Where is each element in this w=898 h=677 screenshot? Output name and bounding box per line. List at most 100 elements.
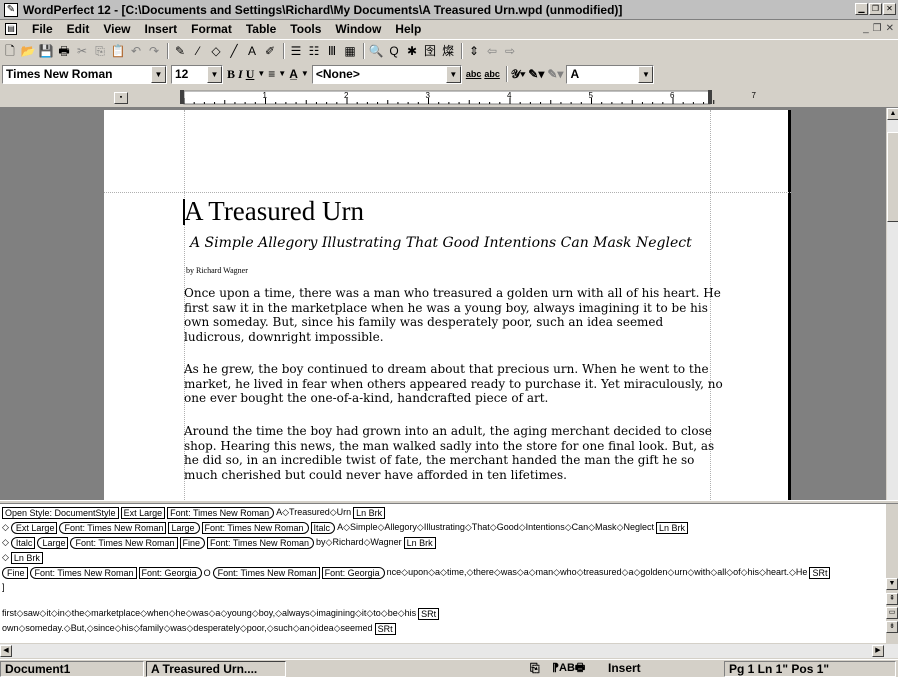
code-font[interactable]: Font: Times New Roman <box>70 536 178 549</box>
zoom-icon[interactable]: 🔍 <box>368 42 384 60</box>
menu-help[interactable]: Help <box>388 22 428 36</box>
redo-icon[interactable]: ↷ <box>146 42 162 60</box>
minimize-button[interactable]: ▁ <box>855 3 868 15</box>
code-large[interactable]: Large <box>37 536 69 549</box>
code-soft-return[interactable]: SRt <box>374 622 396 635</box>
code-line-break[interactable]: Ln Brk <box>353 506 386 519</box>
scroll-left-icon[interactable]: ◀ <box>0 645 12 657</box>
previous-page-icon[interactable]: ⇞ <box>886 593 898 605</box>
scroll-down-icon[interactable]: ▼ <box>886 578 898 590</box>
reveal-scrollbar[interactable]: ▼ ⇞ ▭ ⇟ <box>886 578 898 643</box>
highlight-icon[interactable]: ✎ <box>172 42 188 60</box>
line-icon[interactable]: ╱ <box>226 42 242 60</box>
paste-icon[interactable]: 📋 <box>110 42 126 60</box>
vertical-scrollbar[interactable]: ▲ <box>886 108 898 500</box>
document-page[interactable]: A Treasured Urn A Simple Allegory Illust… <box>104 110 791 500</box>
caps-print-icons[interactable]: ⁋AB🖶 <box>548 661 602 677</box>
code-font[interactable]: Font: Times New Roman <box>59 521 167 534</box>
prompt-as-you-go-icon[interactable]: 𝒴▾ <box>511 65 525 83</box>
code-fine[interactable]: Fine <box>179 536 206 549</box>
font-size-select[interactable]: 12 ▼ <box>171 64 223 84</box>
code-line-break[interactable]: Ln Brk <box>403 536 436 549</box>
menu-edit[interactable]: Edit <box>60 22 97 36</box>
textbox-icon[interactable]: A <box>244 42 260 60</box>
insert-mode[interactable]: Insert <box>604 661 722 677</box>
highlight-color-icon[interactable]: ✎▾ <box>528 65 544 83</box>
chevron-down-icon[interactable]: ▼ <box>301 65 309 83</box>
find-icon[interactable]: Q <box>386 42 402 60</box>
reveal-codes-pane[interactable]: Open Style: DocumentStyle Ext Large Font… <box>0 504 886 643</box>
clipboard-icon[interactable]: ⎘ <box>526 661 546 677</box>
page-icon[interactable]: ▭ <box>886 607 898 619</box>
code-soft-return[interactable]: SRt <box>809 566 831 579</box>
doc-restore-icon[interactable]: ❐ <box>873 23 882 34</box>
chevron-down-icon[interactable]: ▼ <box>638 65 654 83</box>
bullets-icon[interactable]: ☰ <box>288 42 304 60</box>
grammar-check-button[interactable]: abc <box>484 65 500 83</box>
italic-button[interactable]: I <box>238 65 243 83</box>
next-page-icon[interactable]: ⇟ <box>886 621 898 633</box>
menu-view[interactable]: View <box>96 22 137 36</box>
open-icon[interactable]: 📂 <box>20 42 36 60</box>
text-color-icon[interactable]: ✎▾ <box>547 65 563 83</box>
code-font[interactable]: Font: Times New Roman <box>29 566 137 579</box>
convert-icon[interactable]: 燦 <box>440 42 456 60</box>
code-line-break[interactable]: Ln Brk <box>10 551 43 564</box>
save-icon[interactable]: 💾 <box>38 42 54 60</box>
new-icon[interactable]: 🗋 <box>2 42 18 60</box>
doc-close-icon[interactable]: ✕ <box>886 23 894 34</box>
spell-check-button[interactable]: abc <box>466 65 482 83</box>
code-italic[interactable]: Italc <box>310 521 336 534</box>
code-ext-large[interactable]: Ext Large <box>120 506 166 519</box>
code-font-georgia[interactable]: Font: Georgia <box>138 566 202 579</box>
copy-icon[interactable]: ⎘ <box>92 42 108 60</box>
document-area[interactable]: A Treasured Urn A Simple Allegory Illust… <box>0 108 886 500</box>
print-icon[interactable]: 🖶 <box>56 42 72 60</box>
prompt-as-you-go-select[interactable]: A ▼ <box>566 64 655 84</box>
code-font[interactable]: Font: Times New Roman <box>201 521 309 534</box>
chinese-icon[interactable]: 囹 <box>422 42 438 60</box>
bold-button[interactable]: B <box>227 65 235 83</box>
chevron-down-icon[interactable]: ▼ <box>445 65 461 83</box>
code-font[interactable]: Font: Times New Roman <box>207 536 315 549</box>
menu-file[interactable]: File <box>25 22 60 36</box>
code-ext-large[interactable]: Ext Large <box>10 521 58 534</box>
shape-icon[interactable]: ◇ <box>208 42 224 60</box>
updown-icon[interactable]: ⇕ <box>466 42 482 60</box>
menu-format[interactable]: Format <box>184 22 239 36</box>
horizontal-scrollbar[interactable]: ◀ ▶ <box>0 643 898 658</box>
brush-icon[interactable]: ✐ <box>262 42 278 60</box>
forward-icon[interactable]: ⇨ <box>502 42 518 60</box>
restore-button[interactable]: ❐ <box>869 3 882 15</box>
code-italic[interactable]: Italc <box>10 536 36 549</box>
symbols-icon[interactable]: ✱ <box>404 42 420 60</box>
scroll-up-icon[interactable]: ▲ <box>887 108 898 120</box>
back-icon[interactable]: ⇦ <box>484 42 500 60</box>
font-attributes-button[interactable]: A̲ <box>289 65 298 83</box>
doc-minimize-icon[interactable]: _ <box>863 23 869 34</box>
menu-table[interactable]: Table <box>239 22 283 36</box>
code-fine[interactable]: Fine <box>2 566 28 579</box>
chevron-down-icon[interactable]: ▼ <box>151 65 166 83</box>
scrollbar-thumb[interactable] <box>887 132 898 222</box>
ruler[interactable]: ▪ 1234567 <box>0 88 898 108</box>
underline-button[interactable]: U <box>246 65 255 83</box>
code-open-style[interactable]: Open Style: DocumentStyle <box>2 506 119 519</box>
chevron-down-icon[interactable]: ▼ <box>278 65 286 83</box>
app-icon[interactable]: ✎ <box>4 2 18 17</box>
active-document-tab[interactable]: A Treasured Urn.... <box>146 660 286 677</box>
menu-insert[interactable]: Insert <box>137 22 184 36</box>
style-select[interactable]: <None> ▼ <box>311 64 462 84</box>
menu-tools[interactable]: Tools <box>283 22 328 36</box>
document-icon[interactable]: ▤ <box>5 23 17 35</box>
chevron-down-icon[interactable]: ▼ <box>207 65 222 83</box>
code-soft-return[interactable]: SRt <box>418 607 440 620</box>
undo-icon[interactable]: ↶ <box>128 42 144 60</box>
justify-button[interactable]: ≡ <box>268 65 275 83</box>
scroll-right-icon[interactable]: ▶ <box>872 645 884 657</box>
numbering-icon[interactable]: ☷ <box>306 42 322 60</box>
table-icon[interactable]: ▦ <box>342 42 358 60</box>
chevron-down-icon[interactable]: ▼ <box>257 65 265 83</box>
document-tab[interactable]: Document1 <box>0 660 144 677</box>
code-font-georgia[interactable]: Font: Georgia <box>321 566 385 579</box>
